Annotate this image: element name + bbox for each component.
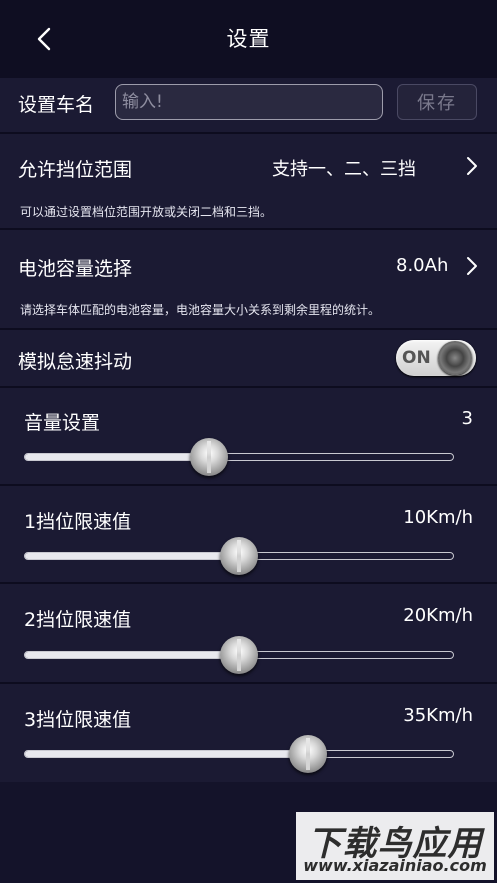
battery-label: 电池容量选择: [18, 258, 133, 280]
gear3-speed-slider[interactable]: [24, 750, 454, 758]
slider-label: 2挡位限速值: [24, 609, 132, 631]
settings-screen: 设置 设置车名 保存 允许挡位范围 支持一、二、三挡 可以通过设置档位范围开放或…: [0, 0, 497, 883]
slider-value: 35Km/h: [403, 705, 473, 726]
slider-label: 音量设置: [24, 412, 101, 434]
chevron-right-icon: [465, 256, 479, 276]
toggle-state-text: ON: [402, 348, 431, 368]
shake-toggle[interactable]: ON: [396, 340, 476, 376]
battery-value: 8.0Ah: [396, 255, 449, 276]
slider-thumb[interactable]: [288, 735, 327, 773]
slider-value: 10Km/h: [403, 507, 473, 528]
volume-slider[interactable]: [24, 453, 454, 461]
watermark-logo: 下载鸟应用 www.xiazainiao.com: [296, 812, 494, 880]
toggle-knob: [438, 341, 472, 375]
slider-fill: [25, 751, 308, 757]
slider-thumb[interactable]: [189, 438, 228, 476]
slider-fill: [25, 553, 239, 559]
page-title: 设置: [226, 27, 271, 51]
slider-label: 3挡位限速值: [24, 709, 132, 731]
slider-value: 3: [461, 408, 473, 429]
slider-row-gear3: [0, 684, 497, 782]
watermark-url: www.xiazainiao.com: [303, 856, 487, 875]
chevron-right-icon: [465, 156, 479, 176]
slider-fill: [25, 454, 210, 460]
header-bar: 设置: [0, 0, 497, 78]
gear-range-description: 可以通过设置档位范围开放或关闭二档和三挡。: [20, 205, 273, 219]
gear-range-value: 支持一、二、三挡: [272, 159, 416, 180]
slider-row-volume: [0, 388, 497, 484]
save-button[interactable]: 保存: [397, 84, 477, 120]
slider-label: 1挡位限速值: [24, 511, 132, 533]
shake-label: 模拟怠速抖动: [18, 351, 133, 373]
car-name-input[interactable]: [115, 84, 383, 120]
slider-value: 20Km/h: [403, 605, 473, 626]
gear-range-label: 允许挡位范围: [18, 159, 133, 181]
car-name-label: 设置车名: [18, 94, 95, 116]
battery-description: 请选择车体匹配的电池容量，电池容量大小关系到剩余里程的统计。: [20, 303, 381, 317]
slider-thumb[interactable]: [220, 537, 258, 575]
slider-thumb[interactable]: [220, 636, 258, 674]
slider-fill: [25, 652, 239, 658]
